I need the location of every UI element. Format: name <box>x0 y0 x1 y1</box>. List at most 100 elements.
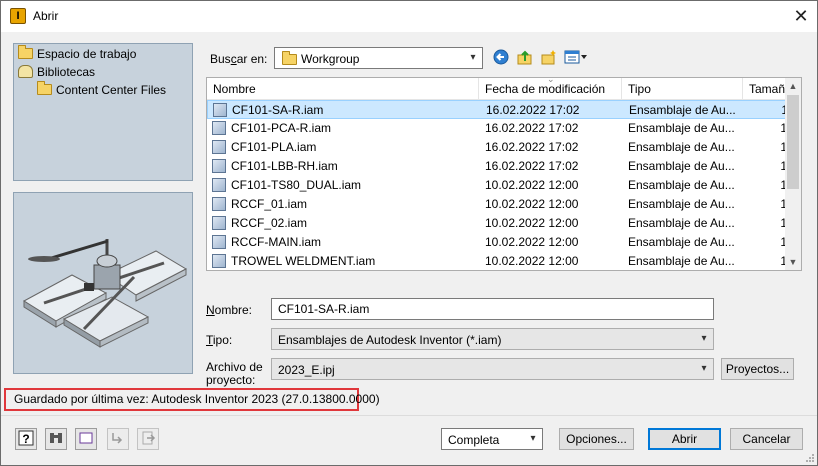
cell-text: Ensamblaje de Au... <box>628 235 735 249</box>
cell-name: RCCF-MAIN.iam <box>212 233 477 252</box>
last-saved-info: Guardado por última vez: Autodesk Invent… <box>4 388 380 411</box>
place-content-center[interactable]: Content Center Files <box>37 81 167 99</box>
preview-pane <box>13 192 193 374</box>
cell-text: Ensamblaje de Au... <box>628 159 735 173</box>
scroll-down-icon[interactable]: ▼ <box>785 254 801 270</box>
folder-icon <box>37 81 52 95</box>
assembly-file-icon <box>212 197 226 211</box>
folder-icon <box>282 51 297 65</box>
assembly-file-icon <box>212 235 226 249</box>
file-list[interactable]: Nombre Fecha de modificación Tipo Tamaño… <box>206 77 802 271</box>
place-label: Espacio de trabajo <box>37 47 137 61</box>
place-label: Content Center Files <box>56 83 167 97</box>
table-row[interactable]: TROWEL WELDMENT.iam 10.02.2022 12:00 Ensam… <box>207 252 787 270</box>
table-row[interactable]: CF101-PCA-R.iam 16.02.2022 17:02 Ensamblaj… <box>207 119 787 138</box>
chevron-down-icon[interactable]: ▾ <box>524 429 542 449</box>
cell-text: 10.02.2022 12:00 <box>485 178 579 192</box>
cell-name: CF101-PCA-R.iam <box>212 119 477 138</box>
filetype-value: Ensamblajes de Autodesk Inventor (*.iam) <box>278 333 502 347</box>
table-row[interactable]: CF101-PLA.iam 16.02.2022 17:02 Ensamblaje … <box>207 138 787 157</box>
cell-size: 1 <box>747 214 787 233</box>
places-panel: Espacio de trabajo Bibliotecas Content C… <box>13 43 193 181</box>
open-mode-value: Completa <box>448 433 500 447</box>
filename-input-box[interactable] <box>272 299 713 319</box>
open-mode-combo[interactable]: Completa ▾ <box>441 428 543 450</box>
cell-name: CF101-SA-R.iam <box>213 101 478 120</box>
cell-text: 16.02.2022 17:02 <box>485 121 579 135</box>
preview-icon[interactable] <box>75 428 97 450</box>
vertical-scrollbar[interactable]: ▲ ▼ <box>785 78 801 270</box>
lookin-value: Workgroup <box>301 52 360 66</box>
options-arrow-icon <box>107 428 129 450</box>
cell-type: Ensamblaje de Au... <box>628 119 741 138</box>
cell-text: 16.02.2022 17:02 <box>486 103 580 117</box>
cell-size: 1 <box>747 252 787 270</box>
column-header-type[interactable]: Tipo <box>622 78 743 100</box>
file-list-header: Nombre Fecha de modificación Tipo Tamaño… <box>207 78 792 100</box>
cell-name: CF101-TS80_DUAL.iam <box>212 176 477 195</box>
projects-button[interactable]: Proyectos... <box>721 358 794 380</box>
up-folder-icon[interactable] <box>515 49 535 69</box>
filetype-label: Tipo: <box>206 333 233 347</box>
cell-text: RCCF-MAIN.iam <box>231 235 321 249</box>
cell-text: CF101-SA-R.iam <box>232 103 324 117</box>
help-icon[interactable]: ? <box>15 428 37 450</box>
cell-text: Ensamblaje de Au... <box>628 121 735 135</box>
place-workspace[interactable]: Espacio de trabajo <box>18 45 137 63</box>
chevron-down-icon[interactable]: ▾ <box>695 329 713 349</box>
cell-text: RCCF_02.iam <box>231 216 308 230</box>
table-row[interactable]: CF101-SA-R.iam 16.02.2022 17:02 Ensamblaje… <box>207 100 788 120</box>
project-value: 2023_E.ipj <box>278 363 335 377</box>
table-row[interactable]: RCCF_02.iam 10.02.2022 12:00 Ensamblaje de… <box>207 214 787 233</box>
cell-type: Ensamblaje de Au... <box>628 252 741 270</box>
cell-text: Ensamblaje de Au... <box>628 140 735 154</box>
filename-input[interactable] <box>271 298 714 320</box>
find-icon[interactable] <box>45 428 67 450</box>
place-label: Bibliotecas <box>37 65 96 79</box>
table-row[interactable]: RCCF-MAIN.iam 10.02.2022 12:00 Ensamblaje … <box>207 233 787 252</box>
cancel-button[interactable]: Cancelar <box>730 428 803 450</box>
cell-text: 16.02.2022 17:02 <box>485 159 579 173</box>
resize-grip-icon[interactable] <box>805 453 815 463</box>
cell-name: TROWEL WELDMENT.iam <box>212 252 477 270</box>
scroll-thumb[interactable] <box>787 95 799 189</box>
assembly-file-icon <box>212 254 226 268</box>
assembly-file-icon <box>212 216 226 230</box>
close-icon[interactable]: ✕ <box>785 1 817 32</box>
back-icon[interactable] <box>491 49 511 69</box>
cell-type: Ensamblaje de Au... <box>628 214 741 233</box>
window-title: Abrir <box>33 9 59 23</box>
options-button[interactable]: Opciones... <box>559 428 634 450</box>
cell-type: Ensamblaje de Au... <box>629 101 742 120</box>
scroll-up-icon[interactable]: ▲ <box>785 78 801 94</box>
cell-type: Ensamblaje de Au... <box>628 176 741 195</box>
table-row[interactable]: CF101-TS80_DUAL.iam 10.02.2022 12:00 Ensam… <box>207 176 787 195</box>
cell-size: 1 <box>747 176 787 195</box>
table-row[interactable]: CF101-LBB-RH.iam 16.02.2022 17:02 Ensambla… <box>207 157 787 176</box>
lookin-combo[interactable]: Workgroup ▾ <box>274 47 483 69</box>
chevron-down-icon[interactable]: ▾ <box>464 48 482 68</box>
assembly-preview-image <box>23 239 188 348</box>
cell-type: Ensamblaje de Au... <box>628 233 741 252</box>
cell-text: Ensamblaje de Au... <box>628 197 735 211</box>
new-folder-icon[interactable] <box>539 49 559 69</box>
cell-name: CF101-LBB-RH.iam <box>212 157 477 176</box>
cell-text: CF101-LBB-RH.iam <box>231 159 338 173</box>
cell-date: 16.02.2022 17:02 <box>485 119 620 138</box>
cell-text: Ensamblaje de Au... <box>629 103 736 117</box>
cell-text: CF101-TS80_DUAL.iam <box>231 178 362 192</box>
column-header-name[interactable]: Nombre <box>207 78 479 100</box>
assembly-file-icon <box>213 103 227 117</box>
project-combo[interactable]: 2023_E.ipj ▾ <box>271 358 714 380</box>
cell-size: 1 <box>748 101 788 120</box>
cell-date: 10.02.2022 12:00 <box>485 233 620 252</box>
open-dialog: I Abrir ✕ Espacio de trabajo Bibliotecas… <box>0 0 818 466</box>
view-menu-icon[interactable] <box>563 49 589 69</box>
place-libraries[interactable]: Bibliotecas <box>18 64 95 81</box>
chevron-down-icon[interactable]: ▾ <box>695 359 713 379</box>
table-row[interactable]: RCCF_01.iam 10.02.2022 12:00 Ensamblaje de… <box>207 195 787 214</box>
filetype-combo[interactable]: Ensamblajes de Autodesk Inventor (*.iam)… <box>271 328 714 350</box>
cell-text: CF101-PLA.iam <box>231 140 317 154</box>
open-button[interactable]: Abrir <box>648 428 721 450</box>
assembly-file-icon <box>212 140 226 154</box>
